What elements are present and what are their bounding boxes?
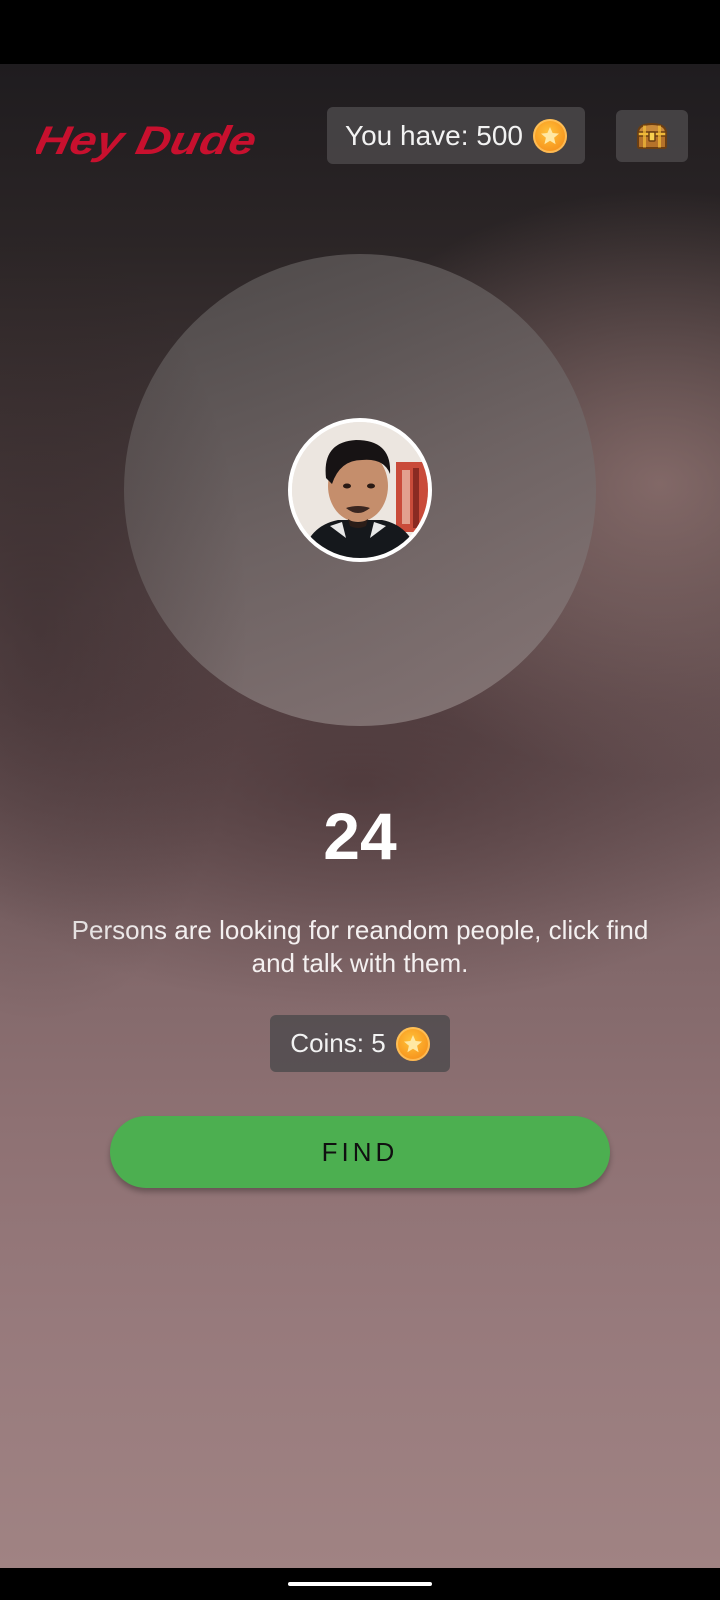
main-screen: Hey Dude You have: 500 24 Persons are lo… — [0, 64, 720, 1568]
coin-balance-label: You have: 500 — [344, 119, 524, 151]
treasure-chest-button[interactable] — [616, 110, 688, 162]
find-cost: Coins: 5 — [270, 1015, 450, 1072]
treasure-chest-icon — [636, 122, 668, 149]
finder-description: Persons are looking for reandom people, … — [71, 915, 649, 978]
coin-balance: You have: 500 — [327, 107, 585, 164]
status-bar — [0, 0, 720, 64]
svg-text:Hey Dude: Hey Dude — [36, 117, 261, 162]
brand-logo: Hey Dude — [36, 117, 261, 162]
online-users-count: 24 — [323, 799, 397, 873]
star-coin-icon — [533, 118, 568, 153]
navigation-bar — [0, 1568, 720, 1600]
profile-photo — [292, 422, 428, 558]
home-gesture-handle[interactable] — [288, 1582, 432, 1586]
find-cost-label: Coins: 5 — [290, 1028, 386, 1058]
find-button[interactable]: FIND — [110, 1116, 610, 1188]
star-coin-icon — [395, 1026, 430, 1061]
avatar — [288, 418, 432, 562]
